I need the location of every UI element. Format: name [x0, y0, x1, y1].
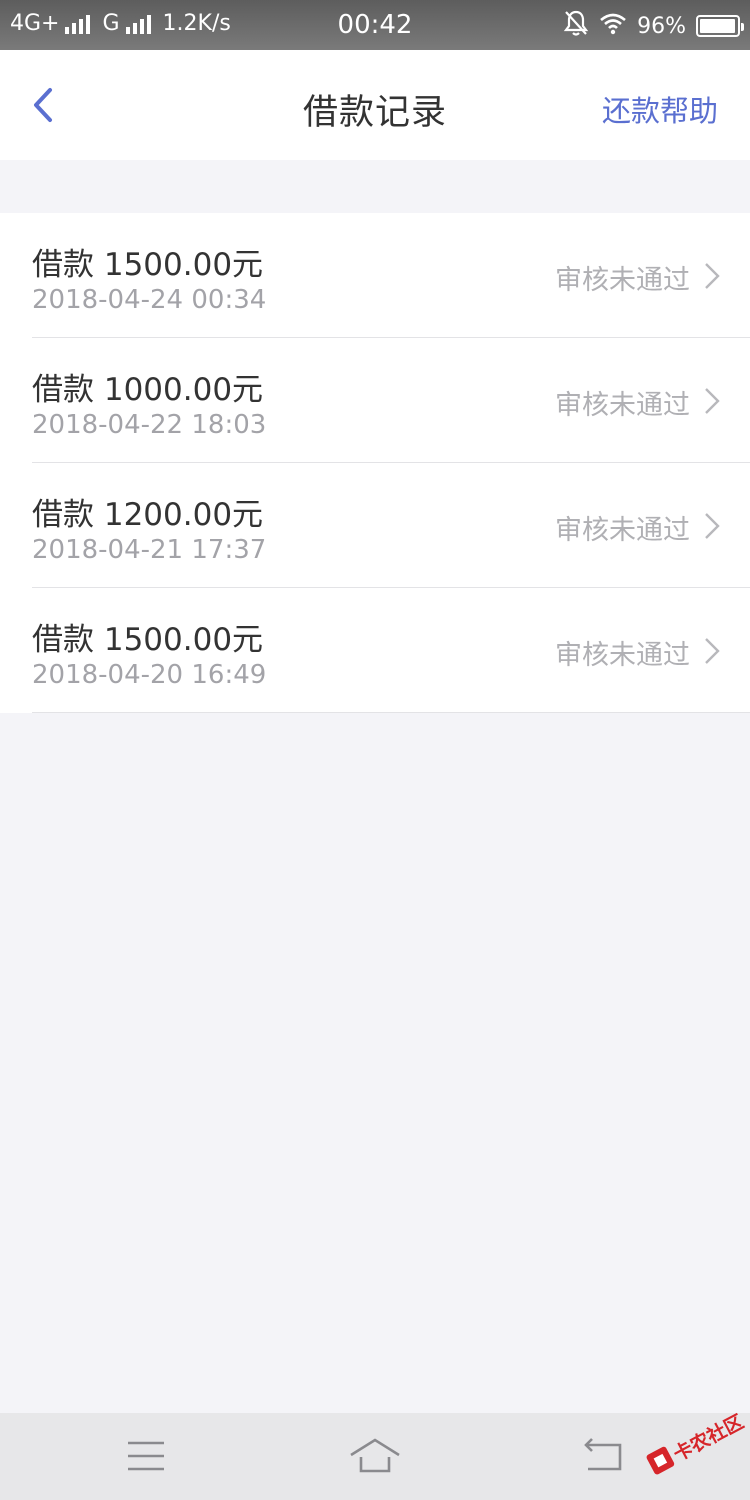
loan-record-row[interactable]: 借款 1000.00元 2018-04-22 18:03 审核未通过	[0, 338, 750, 463]
nav-bar: 借款记录 还款帮助	[0, 50, 750, 160]
wifi-icon	[599, 11, 627, 41]
loan-record-row[interactable]: 借款 1200.00元 2018-04-21 17:37 审核未通过	[0, 463, 750, 588]
loan-status: 审核未通过	[555, 640, 690, 671]
chevron-right-icon	[705, 388, 720, 414]
loan-record-row[interactable]: 借款 1500.00元 2018-04-20 16:49 审核未通过	[0, 588, 750, 713]
system-nav-bar: 卡农社区	[0, 1410, 750, 1500]
home-button[interactable]	[345, 1435, 405, 1479]
row-divider	[32, 712, 750, 713]
loan-time: 2018-04-22 18:03	[32, 410, 267, 440]
menu-button[interactable]	[116, 1435, 176, 1479]
loan-amount: 借款 1000.00元	[32, 372, 264, 408]
back-icon	[584, 1438, 622, 1471]
chevron-right-icon	[705, 513, 720, 539]
status-bar: 4G+ G 1.2K/s 00:42 96%	[0, 0, 750, 50]
menu-icon	[128, 1441, 164, 1471]
loan-status: 审核未通过	[555, 390, 690, 421]
home-icon	[350, 1438, 400, 1473]
loan-status: 审核未通过	[555, 515, 690, 546]
loan-time: 2018-04-20 16:49	[32, 660, 267, 690]
loan-record-row[interactable]: 借款 1500.00元 2018-04-24 00:34 审核未通过	[0, 213, 750, 338]
mute-bell-icon	[563, 9, 589, 43]
loan-record-list: 借款 1500.00元 2018-04-24 00:34 审核未通过 借款 10…	[0, 213, 750, 713]
battery-percent: 96%	[637, 13, 686, 39]
repayment-help-link[interactable]: 还款帮助	[602, 88, 718, 130]
back-system-button[interactable]	[574, 1435, 634, 1479]
loan-amount: 借款 1500.00元	[32, 622, 264, 658]
watermark-text: 卡农社区	[669, 1410, 746, 1466]
status-right: 96%	[563, 9, 744, 43]
loan-status: 审核未通过	[555, 265, 690, 296]
loan-amount: 借款 1500.00元	[32, 247, 264, 283]
chevron-right-icon	[705, 263, 720, 289]
battery-icon	[696, 15, 744, 37]
chevron-right-icon	[705, 638, 720, 664]
community-watermark-logo: 卡农社区	[642, 1410, 747, 1480]
loan-time: 2018-04-21 17:37	[32, 535, 267, 565]
loan-time: 2018-04-24 00:34	[32, 285, 267, 315]
loan-amount: 借款 1200.00元	[32, 497, 264, 533]
